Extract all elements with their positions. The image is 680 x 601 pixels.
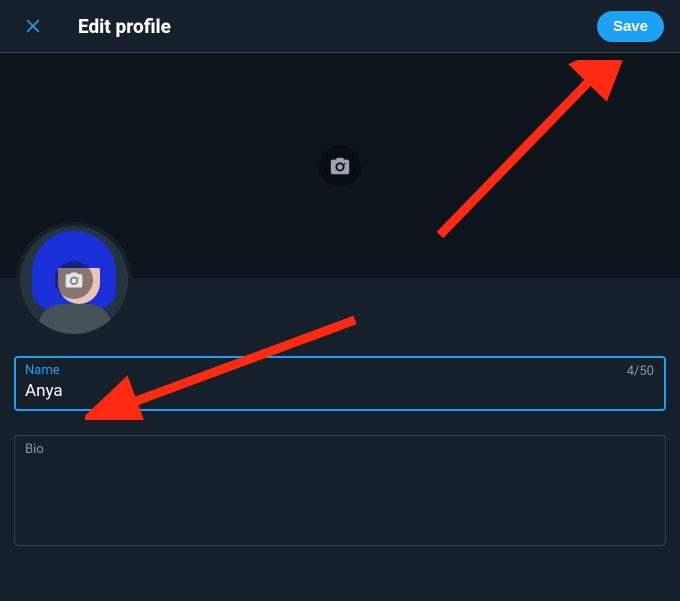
bio-input[interactable]	[25, 459, 655, 533]
camera-icon	[64, 270, 84, 290]
name-label: Name	[25, 363, 655, 378]
name-input[interactable]	[25, 380, 655, 402]
bio-label: Bio	[25, 442, 655, 457]
camera-icon	[329, 155, 351, 177]
name-field[interactable]: Name 4/50	[14, 356, 666, 411]
page-title: Edit profile	[78, 15, 597, 38]
name-char-count: 4/50	[627, 364, 654, 379]
avatar-camera-button[interactable]	[55, 261, 93, 299]
save-button[interactable]: Save	[597, 11, 664, 42]
bio-field[interactable]: Bio	[14, 435, 666, 546]
close-icon	[23, 16, 43, 36]
modal-header: Edit profile Save	[0, 0, 680, 53]
avatar-button[interactable]	[16, 222, 132, 338]
close-button[interactable]	[16, 9, 50, 43]
banner-camera-button[interactable]	[319, 145, 361, 187]
